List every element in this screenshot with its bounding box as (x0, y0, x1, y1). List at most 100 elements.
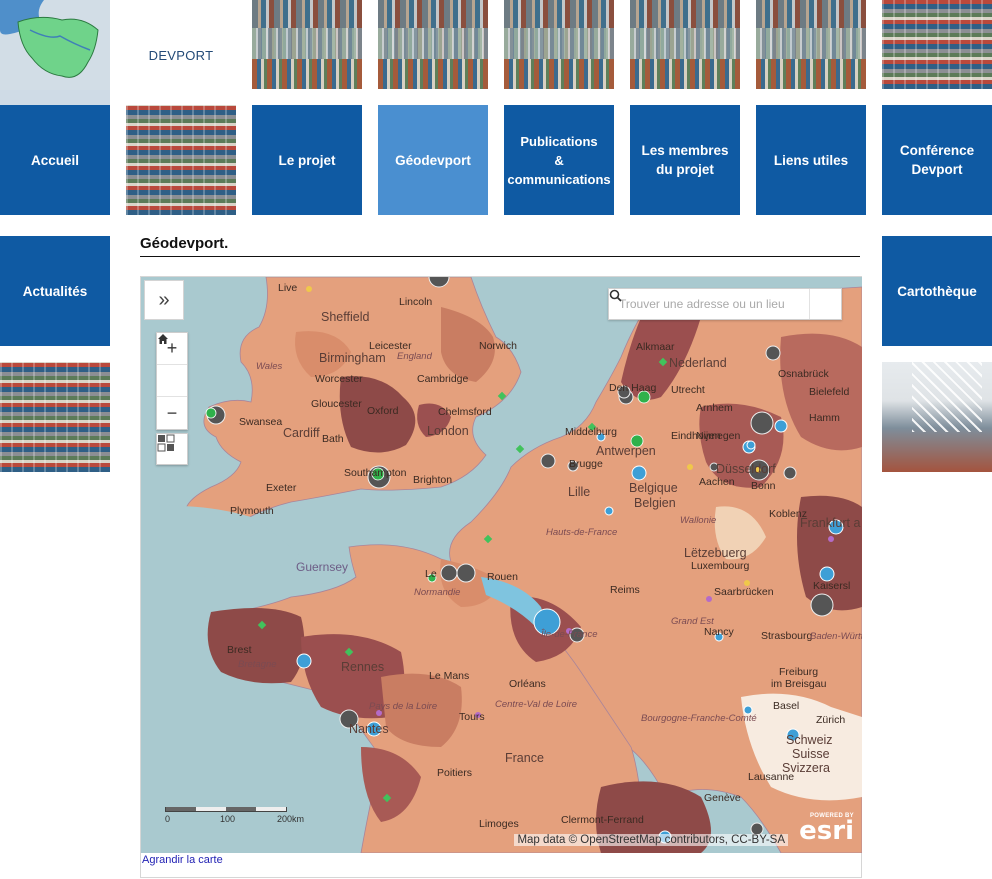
map-label: Guernsey (296, 560, 348, 574)
map-label: Brugge (569, 458, 603, 470)
map-label: Reims (610, 584, 640, 596)
map-label: Brighton (413, 474, 452, 486)
map-label: Wales (256, 361, 282, 372)
port-photo (504, 0, 614, 89)
map-label: Orléans (509, 678, 546, 690)
map-label: Lausanne (748, 771, 794, 783)
map-label: Basel (773, 700, 799, 712)
map-label: Rennes (341, 660, 384, 674)
esri-logo[interactable]: POWERED BY esri (794, 813, 854, 849)
enlarge-map-link[interactable]: Agrandir la carte (142, 854, 223, 866)
map-label: Live (278, 282, 297, 294)
map-label: Le (425, 568, 437, 580)
map-label: Southampton (344, 467, 407, 479)
map-attribution[interactable]: Map data © OpenStreetMap contributors, C… (514, 834, 788, 846)
map-label: Cambridge (417, 373, 469, 385)
esri-name: esri (799, 816, 854, 846)
nav-home-label: Accueil (30, 152, 80, 168)
nav-conference-label: Conférence Devport (899, 143, 975, 177)
nav-members-label: Les membres du projet (641, 143, 729, 177)
region-map-thumbnail[interactable] (0, 0, 110, 110)
map-label: Brest (227, 644, 252, 656)
nav-geodevport-label: Géodevport (395, 152, 471, 168)
map-label: Sheffield (321, 310, 369, 324)
map-label: Nederland (669, 356, 727, 370)
map-label: Le Mans (429, 670, 469, 682)
basemap-toggle-button[interactable] (156, 433, 188, 465)
search-button[interactable] (609, 289, 841, 319)
scale-label: 100 (220, 814, 236, 824)
nav-links[interactable]: Liens utiles (756, 105, 866, 215)
map-label: Bielefeld (809, 386, 849, 398)
map-label: Chelmsford (438, 406, 492, 418)
map-label: Den Haag (609, 382, 656, 394)
home-button[interactable] (157, 334, 187, 397)
map-label: Aachen (699, 476, 735, 488)
nav-project-label: Le projet (278, 152, 336, 168)
map-label: Swansea (239, 416, 282, 428)
nav-project[interactable]: Le projet (252, 105, 362, 215)
port-photo (630, 0, 740, 89)
map-label: Rouen (487, 571, 518, 583)
map-label: Clermont-Ferrand (561, 814, 644, 826)
nav-publications[interactable]: Publications & communications (504, 105, 614, 215)
nav-home[interactable]: Accueil (0, 105, 110, 215)
map-label: Wallonie (680, 515, 716, 526)
double-chevron-right-icon: » (158, 288, 170, 311)
map-label: Alkmaar (636, 341, 675, 353)
map-label: Frankfurt a (800, 516, 860, 530)
map-widget: Live Sheffield Lincoln Leicester Norwich… (140, 276, 862, 878)
brand-label: DEVPORT (126, 0, 236, 110)
map-label: Eindhoven (671, 430, 721, 442)
map-label: Exeter (266, 482, 297, 494)
nav-news-label: Actualités (22, 283, 88, 299)
map-label: Kaisersl (813, 580, 850, 592)
map-label: Arnhem (696, 402, 733, 414)
nav-news[interactable]: Actualités (0, 236, 110, 346)
map-label: Bath (322, 433, 344, 445)
map-label: Birmingham (319, 351, 386, 365)
map-label: Nantes (349, 722, 389, 736)
map-label: Antwerpen (596, 444, 656, 458)
map-label: Cardiff (283, 426, 320, 440)
page-title: Géodevport. (140, 235, 860, 257)
nav-publications-label: Publications & communications (507, 133, 611, 187)
container-photo (126, 105, 236, 215)
nav-members[interactable]: Les membres du projet (630, 105, 740, 215)
map-label: Poitiers (437, 767, 472, 779)
map-label: Strasbourg (761, 630, 813, 642)
map-label: Bourgogne-Franche-Comté (641, 713, 757, 724)
map-label: France (505, 751, 544, 765)
map-label: Bonn (751, 480, 776, 492)
map-label: Saarbrücken (714, 586, 774, 598)
nav-geodevport[interactable]: Géodevport (378, 105, 488, 215)
map-label: Belgique (629, 481, 678, 495)
scale-label: 200km (277, 814, 305, 824)
map-label: Lëtzebuerg (684, 546, 747, 560)
map-label: Lille (568, 485, 590, 499)
basemap-gallery-icon (157, 434, 175, 452)
map-label: Lincoln (399, 296, 432, 308)
map-label: Freiburg (779, 666, 818, 678)
scale-label: 0 (165, 814, 171, 824)
map-label: Hauts-de-France (546, 527, 617, 538)
port-photo (378, 0, 488, 89)
map-label: Nancy (704, 626, 735, 638)
map-canvas[interactable]: Live Sheffield Lincoln Leicester Norwich… (141, 277, 862, 853)
nav-conference[interactable]: Conférence Devport (882, 105, 992, 215)
map-layer: Live Sheffield Lincoln Leicester Norwich… (141, 277, 862, 853)
home-icon (158, 334, 168, 344)
map-label: Genève (704, 792, 741, 804)
port-photo (756, 0, 866, 89)
map-label: Oxford (367, 405, 399, 417)
expand-panel-button[interactable]: » (144, 280, 184, 320)
scale-bar: 0 100 200km (165, 807, 304, 824)
zoom-out-button[interactable]: − (157, 397, 187, 429)
map-label: Suisse (792, 747, 830, 761)
map-label: Utrecht (671, 384, 705, 396)
map-label: Pays de la Loire (369, 701, 437, 712)
search-input[interactable] (609, 289, 809, 319)
map-label: England (397, 351, 433, 362)
nav-map-library[interactable]: Cartothèque (882, 236, 992, 346)
map-label: Normandie (414, 587, 460, 598)
